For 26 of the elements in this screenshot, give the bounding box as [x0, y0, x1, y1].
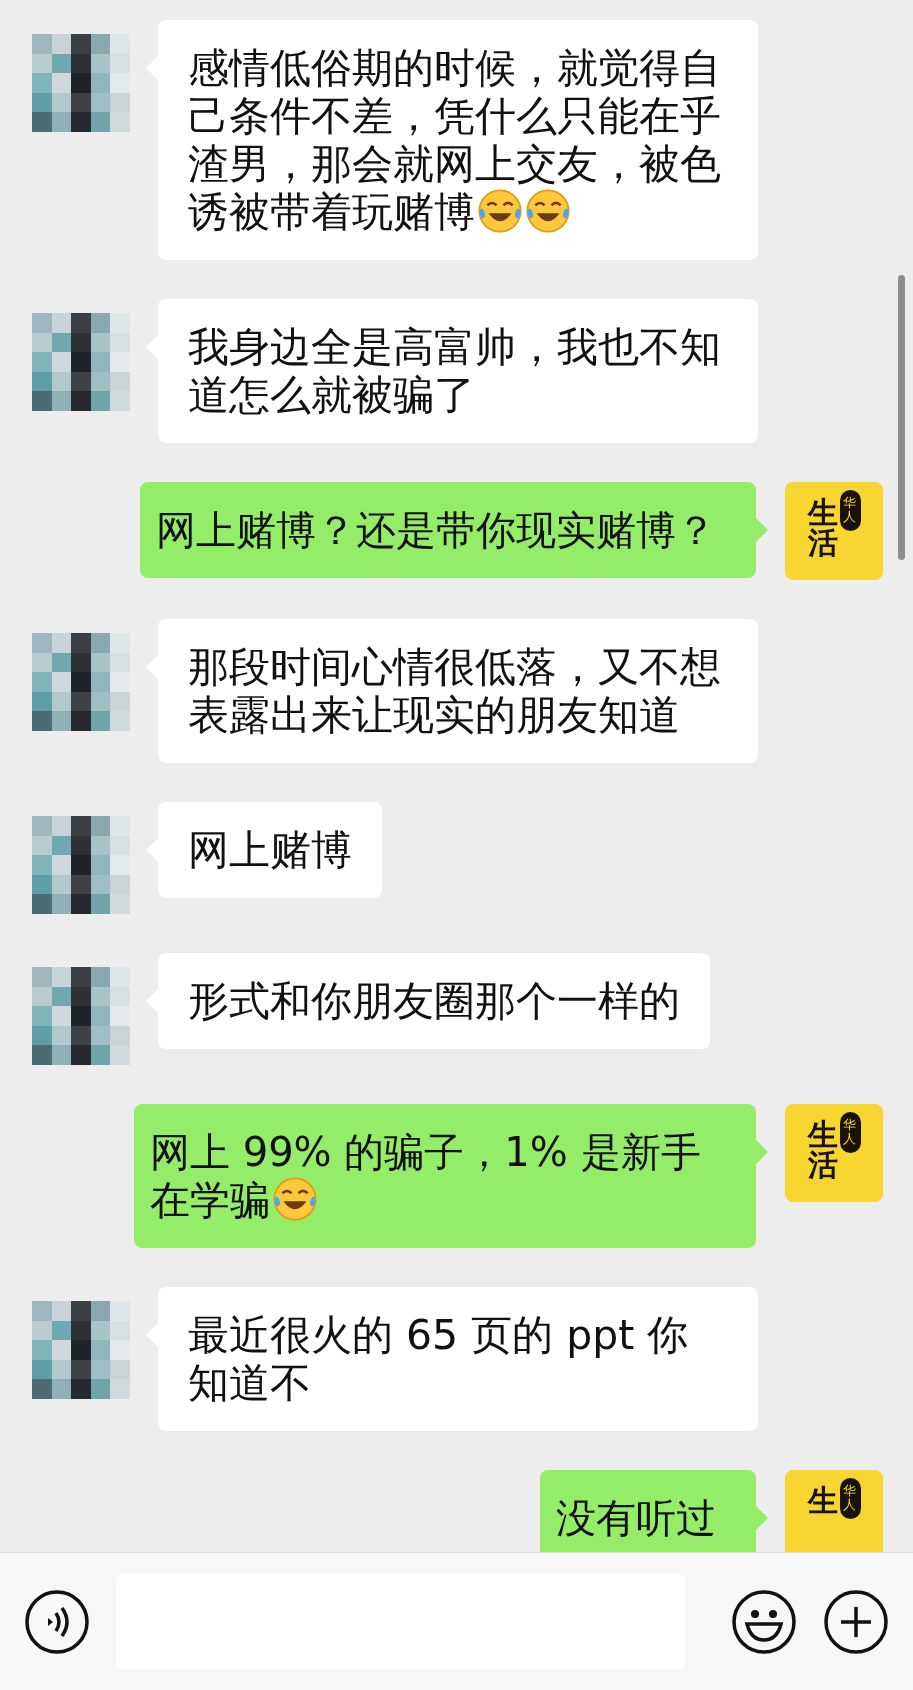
- message-bubble: 网上赌博: [158, 802, 382, 898]
- crying-laughing-emoji-icon: [477, 188, 523, 234]
- logo-character: 生: [807, 1120, 838, 1150]
- bubble-tail: [756, 1140, 768, 1164]
- message-bubble: 网上赌博？还是带你现实赌博？: [140, 482, 756, 578]
- message-bubble: 那段时间心情很低落，又不想表露出来让现实的朋友知道: [158, 619, 758, 763]
- crying-laughing-emoji-icon: [272, 1176, 318, 1222]
- logo-badge: 华人: [839, 1112, 861, 1153]
- message-bubble: 感情低俗期的时候，就觉得自己条件不差，凭什么只能在乎渣男，那会就网上交友，被色诱被带着玩赌博: [158, 20, 758, 260]
- plus-icon[interactable]: [823, 1588, 889, 1655]
- message-bubble: 网上 99% 的骗子，1% 是新手在学骗: [134, 1104, 756, 1248]
- logo-character: 活: [807, 528, 838, 558]
- message-bubble: 形式和你朋友圈那个一样的: [158, 953, 710, 1049]
- message-bubble: 最近很火的 65 页的 ppt 你知道不: [158, 1287, 758, 1431]
- logo-badge: 华人: [839, 490, 861, 531]
- logo-character: 生: [807, 1486, 838, 1516]
- voice-icon[interactable]: [24, 1588, 90, 1655]
- message-bubble: 我身边全是高富帅，我也不知道怎么就被骗了: [158, 299, 758, 443]
- logo-character: 生: [807, 498, 838, 528]
- bubble-tail: [756, 1506, 768, 1530]
- logo-character: 活: [807, 1150, 838, 1180]
- bubble-tail: [756, 518, 768, 542]
- message-bubble: 没有听过: [540, 1470, 756, 1552]
- emoji-icon[interactable]: [731, 1588, 797, 1655]
- logo-badge: 华人: [839, 1478, 861, 1519]
- crying-laughing-emoji-icon: [525, 188, 571, 234]
